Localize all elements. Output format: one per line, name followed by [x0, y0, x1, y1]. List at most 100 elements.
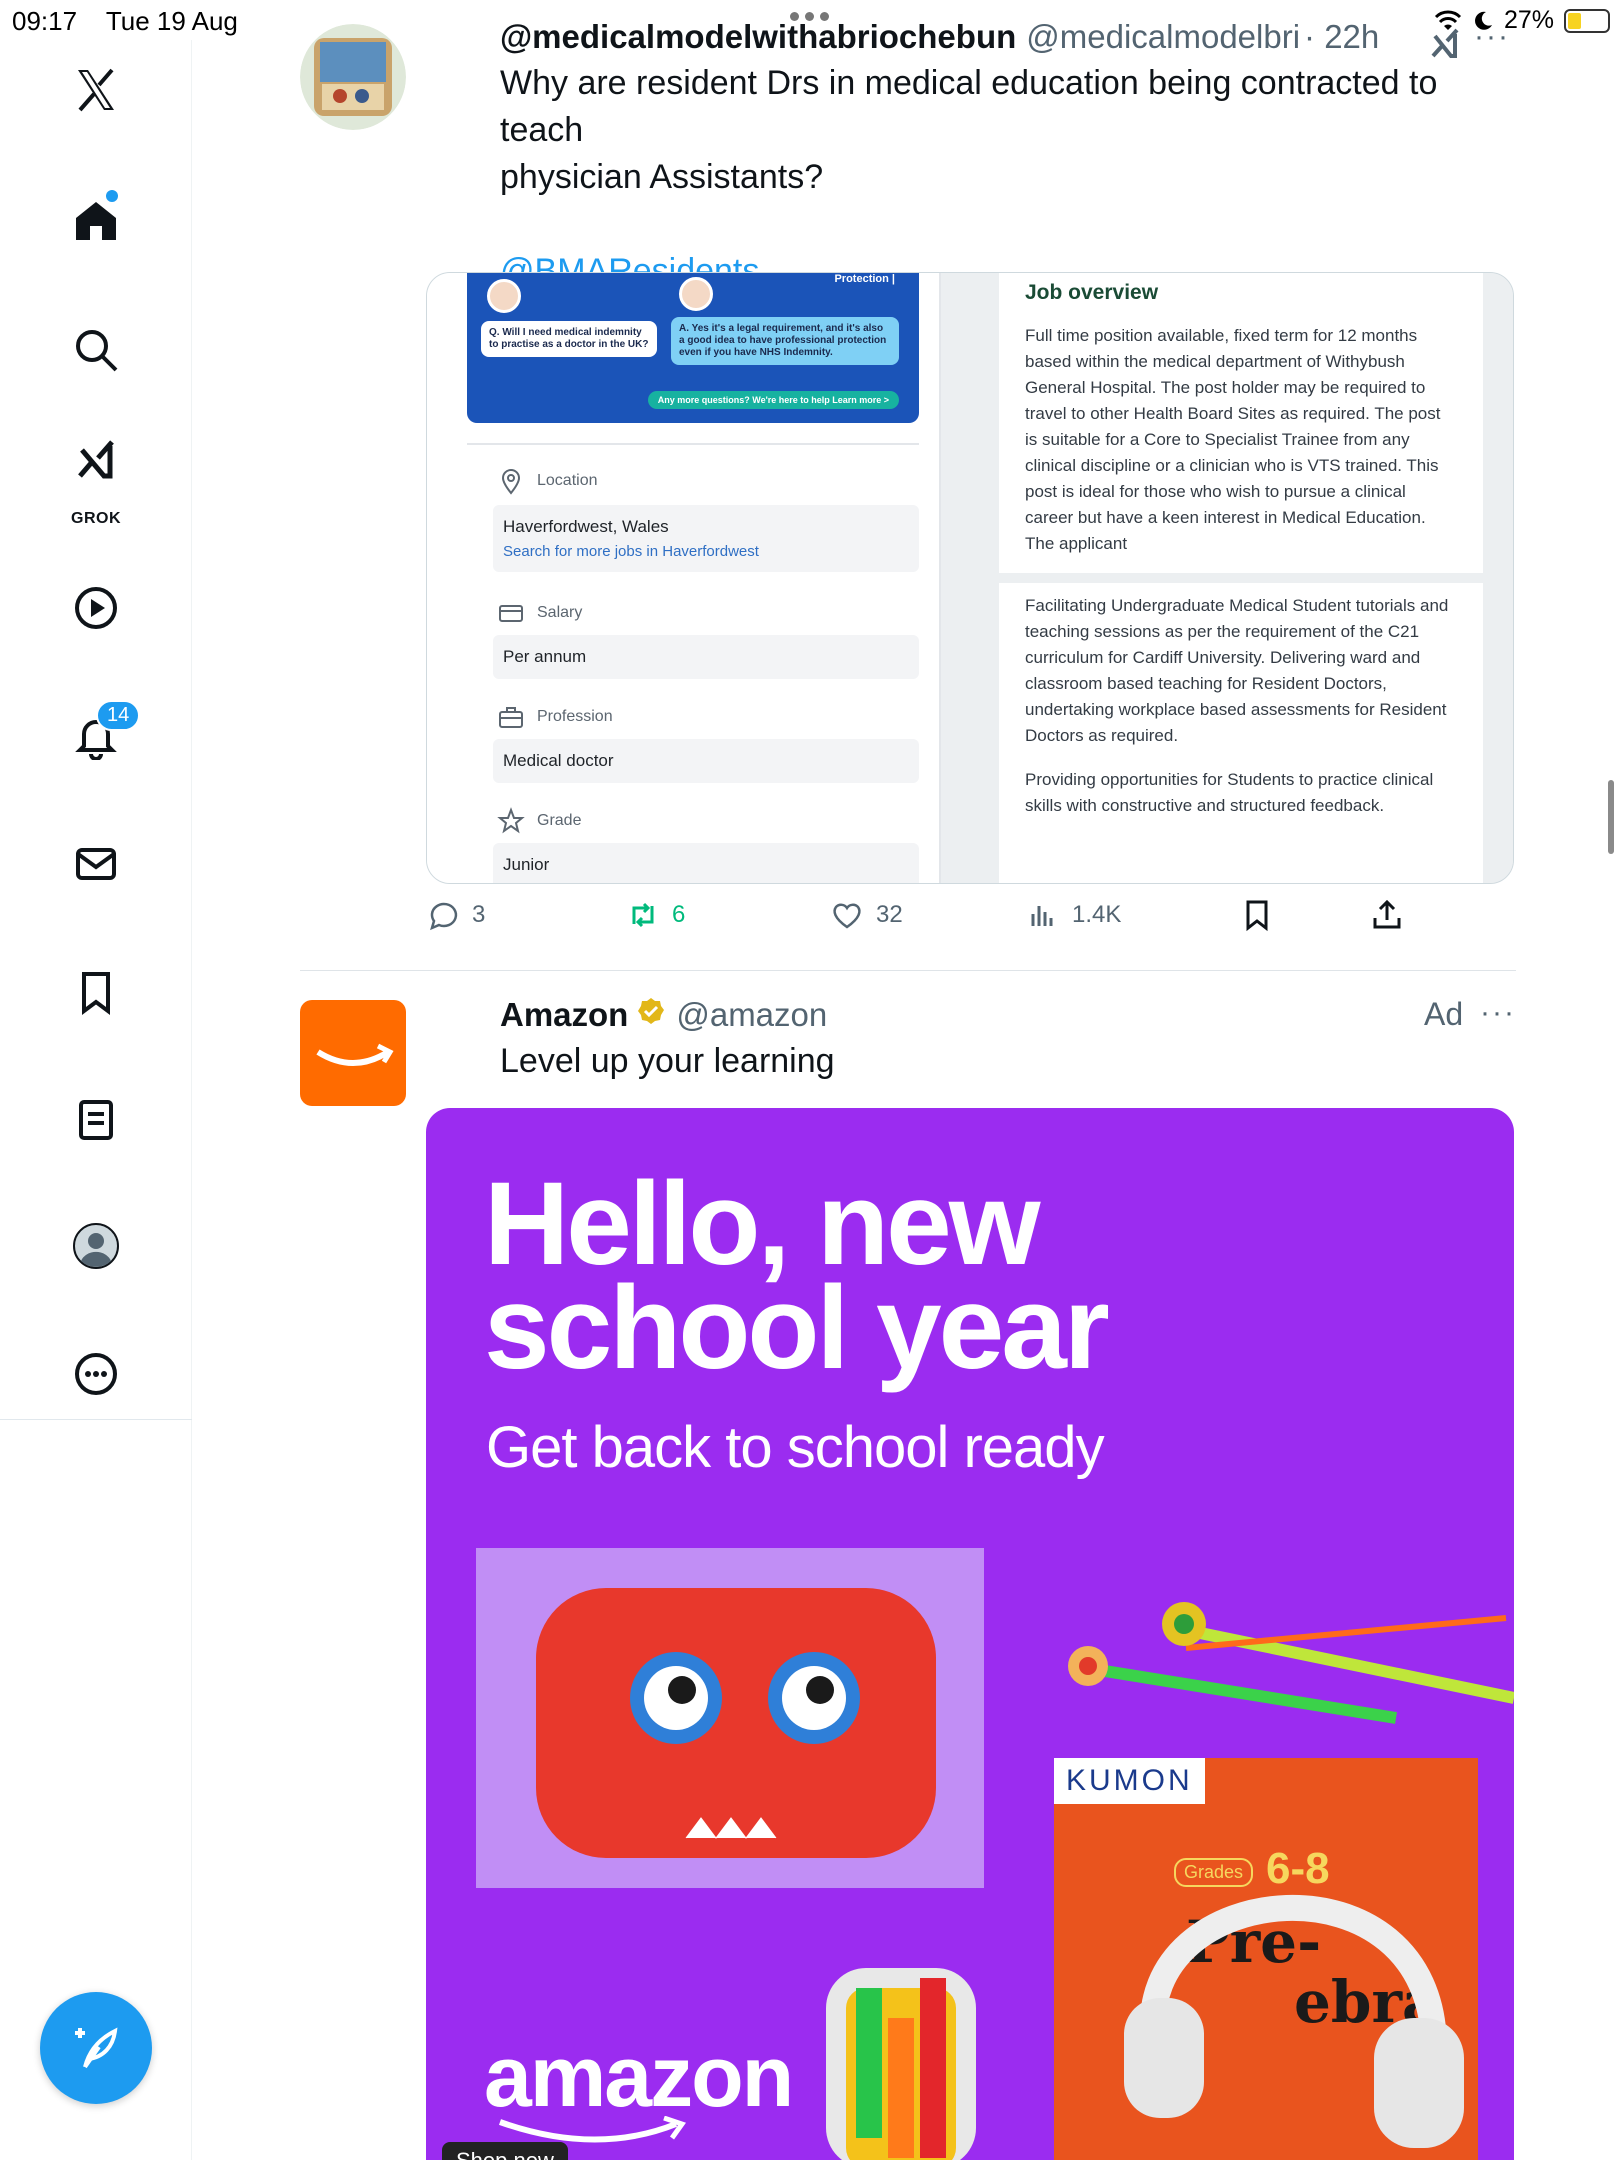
amazon-avatar[interactable] — [300, 1000, 406, 1106]
job-overview-text: Full time position available, fixed term… — [1025, 326, 1441, 553]
banner-face-left — [487, 279, 521, 313]
job-details-panel: Protection | Q. Will I need medical inde… — [427, 273, 941, 883]
location-search-link: Search for more jobs in Haverfordwest — [503, 543, 759, 560]
briefcase-icon — [499, 707, 523, 728]
post-author-avatar[interactable] — [300, 24, 406, 130]
ad-label: Ad — [1424, 996, 1464, 1032]
sidebar-item-more[interactable] — [56, 1334, 136, 1414]
markers-illustration — [826, 1968, 976, 2160]
salary-label-row: Salary — [497, 599, 582, 627]
notifications-badge: 14 — [96, 700, 141, 731]
grok-label: GROK — [71, 510, 121, 527]
list-icon — [79, 1100, 113, 1140]
like-button[interactable]: 32 — [830, 898, 903, 932]
grade-value: Junior — [503, 855, 550, 874]
bookmark-icon — [82, 972, 110, 1015]
sidebar-item-notifications[interactable]: 14 — [56, 696, 141, 776]
salary-card-icon — [499, 605, 523, 622]
bookmark-button[interactable] — [1240, 898, 1274, 932]
banner-cta: Any more questions? We're here to help L… — [647, 391, 899, 409]
sidebar-item-video[interactable] — [56, 568, 136, 648]
ad-author-name[interactable]: Amazon — [500, 996, 628, 1034]
more-circle-icon — [75, 1353, 117, 1395]
post-content[interactable]: @medicalmodelwithabriochebun @medicalmod… — [500, 18, 1500, 295]
sidebar-item-grok[interactable]: GROK — [56, 436, 136, 532]
banner-question: Q. Will I need medical indemnity to prac… — [481, 321, 657, 357]
home-icon — [76, 202, 116, 240]
workbook-illustration: KUMON Grades 6-8 Pre- ebra — [1054, 1758, 1478, 2160]
views-chart-icon — [1031, 906, 1053, 926]
indemnity-banner: Protection | Q. Will I need medical inde… — [467, 273, 919, 423]
ad-header: Amazon @amazon — [500, 996, 1460, 1034]
envelope-icon — [76, 848, 116, 880]
post-more-icon[interactable]: ··· — [1474, 20, 1510, 54]
sidebar-item-explore[interactable] — [56, 310, 136, 390]
location-label: Location — [537, 472, 598, 489]
ad-subline: Get back to school ready — [486, 1415, 1105, 1480]
salary-value: Per annum — [503, 647, 587, 666]
home-unread-dot — [106, 190, 118, 202]
post-text-line-1: Why are resident Drs in medical educatio… — [500, 64, 1438, 149]
sidebar-item-lists[interactable] — [56, 1080, 136, 1160]
compose-button[interactable] — [40, 1992, 152, 2104]
profession-value: Medical doctor — [503, 751, 614, 770]
location-field: Haverfordwest, Wales Search for more job… — [493, 505, 919, 572]
avatar-icon — [73, 1223, 119, 1269]
profession-field: Medical doctor — [493, 739, 919, 783]
post-author-handle[interactable]: @medicalmodelbri — [1026, 18, 1300, 56]
grok-icon — [78, 440, 114, 479]
grok-post-icon[interactable] — [1427, 26, 1463, 62]
repost-button[interactable]: 6 — [626, 898, 685, 932]
profession-label-row: Profession — [497, 703, 613, 731]
job-duties-text: Facilitating Undergraduate Medical Stude… — [1025, 596, 1449, 745]
ad-headline-line-1: Hello, new — [484, 1158, 1041, 1290]
verified-badge-icon — [638, 998, 665, 1024]
salary-label: Salary — [537, 604, 583, 621]
star-icon — [497, 807, 525, 834]
amazon-brand-text: amazon — [484, 2029, 794, 2125]
job-description-panel: Job overview Full time position availabl… — [975, 273, 1513, 883]
post-text: Why are resident Drs in medical educatio… — [500, 60, 1500, 295]
feed: @medicalmodelwithabriochebun @medicalmod… — [192, 0, 1620, 2160]
post-text-line-2: physician Assistants? — [500, 158, 824, 196]
bookmark-icon — [1246, 900, 1268, 932]
banner-protection-text: Protection | — [834, 273, 895, 285]
banner-face-right — [679, 277, 713, 311]
ad-image[interactable]: Hello, new school year Get back to schoo… — [426, 1108, 1514, 2160]
post-image[interactable]: Protection | Q. Will I need medical inde… — [426, 272, 1514, 884]
ad-more-icon[interactable]: ··· — [1480, 996, 1516, 1030]
reply-icon — [430, 902, 458, 931]
grade-field: Junior — [493, 843, 919, 883]
post-author-name[interactable]: @medicalmodelwithabriochebun — [500, 18, 1016, 56]
amazon-smile-icon — [316, 1043, 394, 1066]
shop-now-button[interactable]: Shop now — [442, 2142, 568, 2160]
ad-content[interactable]: Amazon @amazon Level up your learning — [500, 996, 1460, 1085]
repost-count: 6 — [672, 901, 686, 928]
sidebar: GROK 14 — [0, 40, 192, 2160]
ad-headline: Hello, new school year — [484, 1158, 1110, 1387]
job-duties-card: Facilitating Undergraduate Medical Stude… — [999, 583, 1483, 883]
location-label-row: Location — [497, 467, 598, 495]
reply-button[interactable]: 3 — [426, 898, 485, 932]
sidebar-item-messages[interactable] — [56, 824, 136, 904]
headphones-illustration — [1124, 1895, 1464, 2148]
sidebar-item-home[interactable] — [56, 180, 136, 260]
sidebar-divider — [0, 1419, 192, 1420]
post-time[interactable]: · 22h — [1304, 18, 1379, 56]
share-button[interactable] — [1370, 898, 1404, 932]
compose-feather-icon — [75, 2027, 118, 2069]
share-upload-icon — [1373, 899, 1401, 929]
sidebar-item-profile[interactable] — [56, 1206, 136, 1286]
ad-text: Level up your learning — [500, 1042, 835, 1080]
job-panel-divider — [467, 443, 919, 445]
job-feedback-text: Providing opportunities for Students to … — [1025, 770, 1434, 815]
ad-author-handle[interactable]: @amazon — [676, 996, 827, 1034]
views-button[interactable]: 1.4K — [1026, 898, 1121, 932]
x-logo-icon[interactable] — [56, 50, 136, 130]
sidebar-item-bookmarks[interactable] — [56, 952, 136, 1032]
search-icon — [76, 330, 118, 372]
scrollbar-thumb[interactable] — [1608, 780, 1614, 854]
status-time: 09:17 — [12, 6, 78, 36]
reply-count: 3 — [472, 901, 486, 928]
job-overview-card: Job overview Full time position availabl… — [999, 273, 1483, 573]
